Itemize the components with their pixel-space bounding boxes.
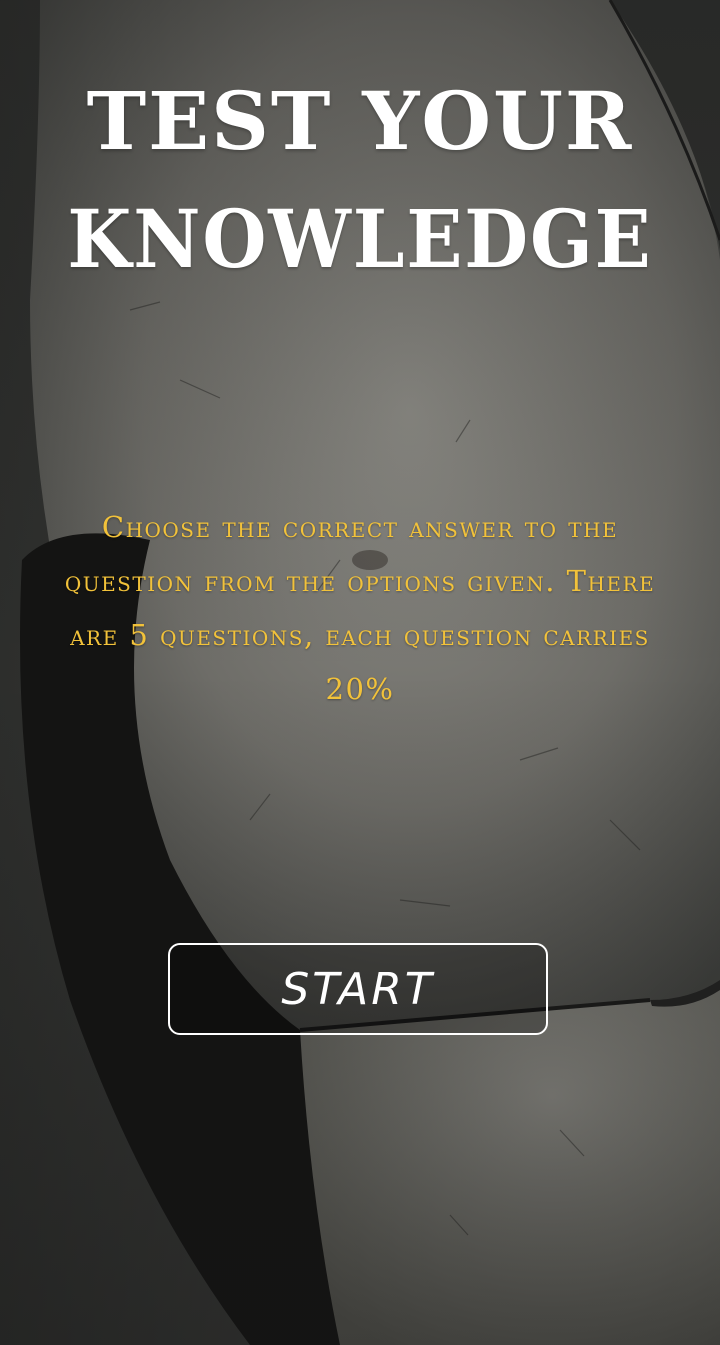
- title-line-2: KNOWLEDGE: [67, 192, 653, 286]
- quiz-instructions: Choose the correct answer to the questio…: [64, 510, 656, 706]
- quiz-start-screen: TEST YOUR KNOWLEDGE OF FOOTBALL Choose t…: [0, 0, 720, 1345]
- title-line-3: OF FOOTBALL: [29, 298, 691, 324]
- start-button[interactable]: START: [168, 943, 548, 1035]
- page-title: TEST YOUR KNOWLEDGE OF FOOTBALL: [0, 62, 720, 324]
- title-line-1: TEST YOUR: [86, 74, 634, 168]
